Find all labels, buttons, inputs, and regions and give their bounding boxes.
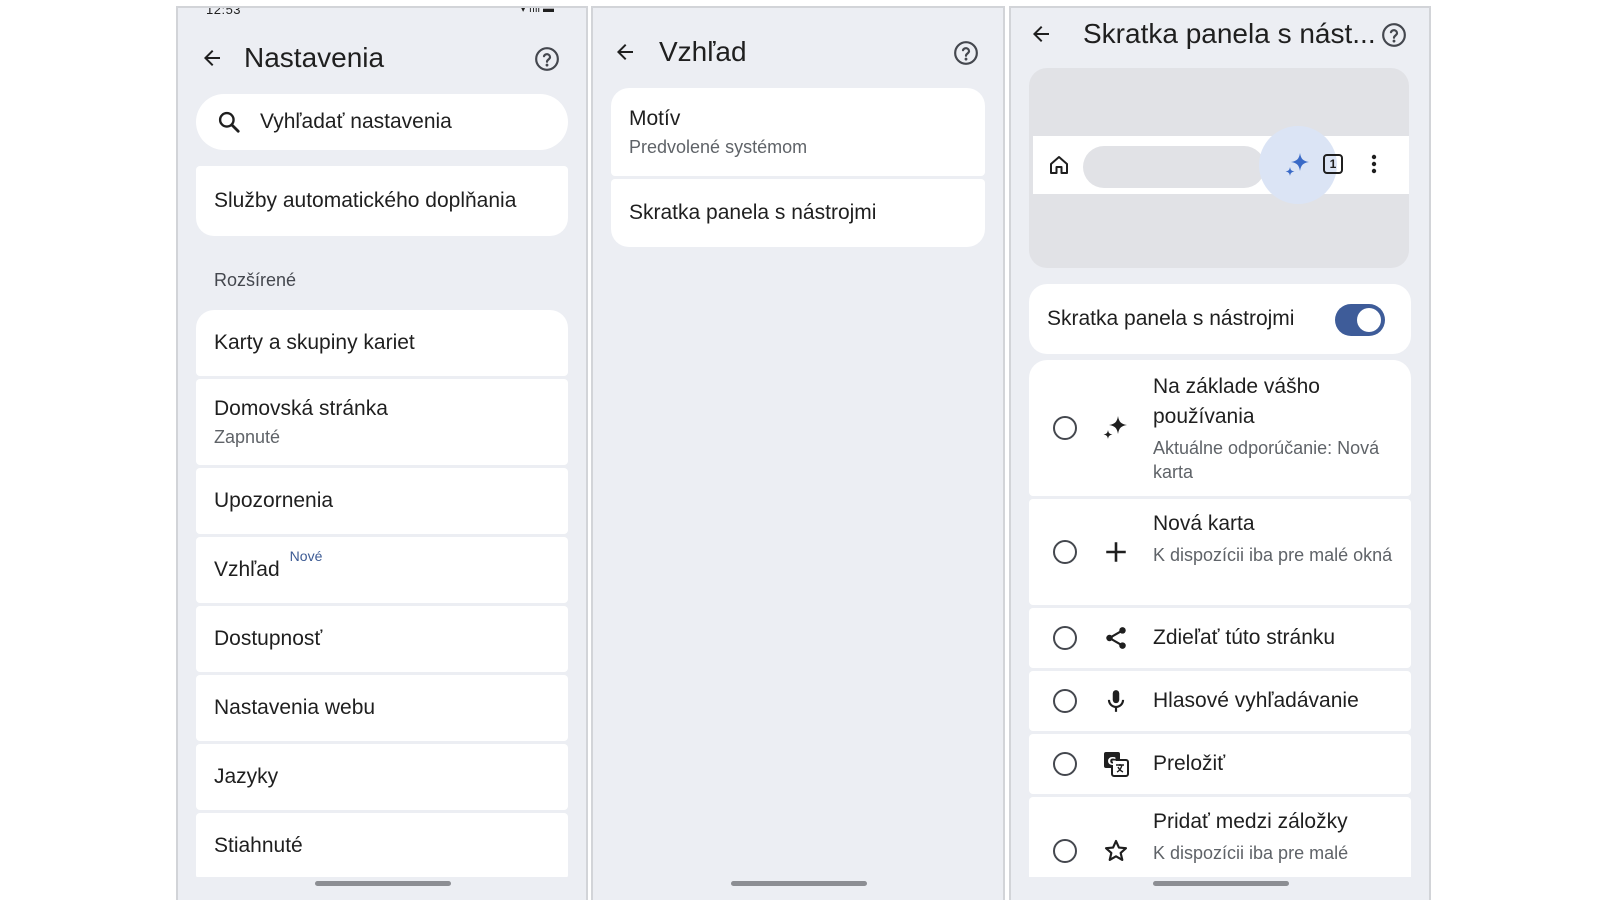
- settings-item-downloads[interactable]: Stiahnuté: [196, 813, 568, 879]
- gesture-handle[interactable]: [1153, 881, 1289, 886]
- gesture-handle[interactable]: [731, 881, 867, 886]
- toolbar-shortcut-switch[interactable]: [1335, 304, 1385, 336]
- sparkle-icon: [1285, 153, 1309, 176]
- settings-item-site-settings[interactable]: Nastavenia webu: [196, 675, 568, 741]
- option-adaptive[interactable]: Na základe vášho používania Aktuálne odp…: [1029, 360, 1411, 496]
- star-icon: [1101, 836, 1131, 866]
- option-text: Hlasové vyhľadávanie: [1153, 686, 1393, 716]
- option-subtitle: Aktuálne odporúčanie: Nová karta: [1153, 438, 1380, 482]
- toolbar-shortcut-screen: Skratka panela s nást... 1 Skratka panel…: [1009, 6, 1431, 900]
- arrow-left-icon: [204, 50, 220, 66]
- settings-item-label: Služby automatického doplňania: [214, 189, 517, 212]
- settings-item-label: Domovská stránka: [214, 396, 388, 420]
- arrow-left-icon: [1033, 26, 1049, 42]
- option-title: Preložiť: [1153, 752, 1226, 775]
- settings-item-languages[interactable]: Jazyky: [196, 744, 568, 810]
- settings-item-tabs[interactable]: Karty a skupiny kariet: [196, 310, 568, 376]
- settings-item-accessibility[interactable]: Dostupnosť: [196, 606, 568, 672]
- search-icon: [218, 111, 240, 133]
- settings-item-homepage[interactable]: Domovská stránka Zapnuté: [196, 379, 568, 465]
- settings-item-label: Nastavenia webu: [214, 696, 376, 719]
- status-icons: ▾ ııll ▬: [520, 6, 554, 15]
- settings-item-status: Zapnuté: [214, 426, 281, 447]
- share-icon: [1101, 623, 1131, 653]
- radio-button[interactable]: [1053, 626, 1077, 650]
- option-share[interactable]: Zdieľať túto stránku: [1029, 608, 1411, 668]
- option-text: Na základe vášho používania Aktuálne odp…: [1153, 372, 1393, 484]
- back-button[interactable]: [611, 38, 639, 66]
- settings-screen: 12:53 ▾ ııll ▬ Nastavenia Vyhľadať nasta…: [176, 6, 588, 900]
- toolbar-shortcut-label: Skratka panela s nástrojmi: [629, 201, 877, 224]
- back-button[interactable]: [1027, 20, 1055, 48]
- new-badge: Nové: [289, 548, 323, 564]
- page-title: Skratka panela s nást...: [1083, 18, 1376, 49]
- theme-value: Predvolené systémom: [629, 136, 808, 157]
- toggle-label: Skratka panela s nástrojmi: [1047, 307, 1295, 330]
- settings-item-appearance[interactable]: Vzhľad Nové: [196, 537, 568, 603]
- option-title: Hlasové vyhľadávanie: [1153, 689, 1359, 712]
- option-translate[interactable]: G Preložiť: [1029, 734, 1411, 794]
- settings-item-notifications[interactable]: Upozornenia: [196, 468, 568, 534]
- toolbar-shortcut-item[interactable]: Skratka panela s nástrojmi: [611, 179, 985, 247]
- search-placeholder: Vyhľadať nastavenia: [260, 110, 452, 133]
- translate-icon: G: [1101, 749, 1131, 779]
- svg-text:G: G: [1107, 755, 1116, 768]
- sparkle-icon: [1101, 413, 1131, 443]
- option-subtitle: K dispozícii iba pre malé: [1153, 843, 1349, 863]
- radio-button[interactable]: [1053, 752, 1077, 776]
- option-title: Nová karta: [1153, 512, 1255, 535]
- radio-button[interactable]: [1053, 689, 1077, 713]
- theme-label: Motív: [629, 106, 681, 130]
- switch-knob: [1357, 308, 1381, 332]
- settings-item-label: Vzhľad: [214, 558, 280, 581]
- preview-omnibox: [1083, 146, 1265, 188]
- option-text: Nová karta K dispozícii iba pre malé okn…: [1153, 509, 1393, 567]
- option-text: Preložiť: [1153, 749, 1393, 779]
- more-vert-icon: [1371, 154, 1377, 174]
- page-title: Vzhľad: [659, 36, 747, 67]
- settings-item-label: Upozornenia: [214, 489, 334, 512]
- search-input[interactable]: Vyhľadať nastavenia: [196, 94, 568, 150]
- arrow-left-icon: [617, 44, 633, 60]
- settings-item-label: Dostupnosť: [214, 627, 323, 650]
- radio-button[interactable]: [1053, 839, 1077, 863]
- help-icon[interactable]: [1381, 22, 1407, 48]
- option-voice-search[interactable]: Hlasové vyhľadávanie: [1029, 671, 1411, 731]
- gesture-handle[interactable]: [315, 881, 451, 886]
- home-icon: [1050, 156, 1068, 174]
- settings-item-label: Jazyky: [214, 765, 279, 788]
- tab-count-icon: 1: [1323, 154, 1343, 174]
- option-title: Na základe vášho používania: [1153, 375, 1320, 428]
- settings-item-row: Vzhľad Nové: [214, 548, 568, 582]
- back-button[interactable]: [198, 44, 226, 72]
- option-text: Zdieľať túto stránku: [1153, 623, 1393, 653]
- settings-item-autofill[interactable]: Služby automatického doplňania: [196, 166, 568, 236]
- radio-button[interactable]: [1053, 540, 1077, 564]
- plus-icon: [1101, 537, 1131, 567]
- appearance-screen: Vzhľad Motív Predvolené systémom Skratka…: [591, 6, 1005, 900]
- option-title: Pridať medzi záložky: [1153, 810, 1348, 833]
- settings-item-label: Karty a skupiny kariet: [214, 331, 415, 354]
- option-subtitle: K dispozícii iba pre malé okná: [1153, 545, 1393, 565]
- radio-button[interactable]: [1053, 416, 1077, 440]
- settings-item-label: Stiahnuté: [214, 834, 303, 857]
- option-title: Zdieľať túto stránku: [1153, 626, 1336, 649]
- help-icon[interactable]: [953, 40, 979, 66]
- option-text: Pridať medzi záložky K dispozícii iba pr…: [1153, 807, 1393, 865]
- section-header-advanced: Rozšírené: [214, 270, 297, 290]
- help-icon[interactable]: [534, 46, 560, 72]
- theme-item[interactable]: Motív Predvolené systémom: [611, 88, 985, 176]
- page-title: Nastavenia: [244, 42, 385, 73]
- toolbar-shortcut-toggle-row[interactable]: Skratka panela s nástrojmi: [1029, 284, 1411, 354]
- mic-icon: [1101, 686, 1131, 716]
- status-time: 12:53: [206, 6, 242, 17]
- option-new-tab[interactable]: Nová karta K dispozícii iba pre malé okn…: [1029, 499, 1411, 605]
